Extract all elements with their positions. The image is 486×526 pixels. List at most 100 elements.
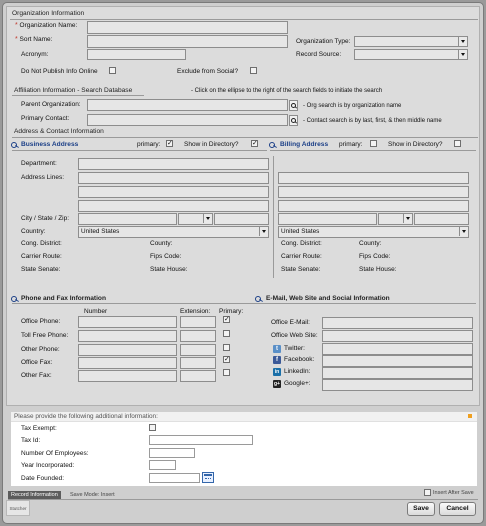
state-select[interactable] xyxy=(178,213,213,225)
org-type-select[interactable] xyxy=(354,36,468,47)
billing-primary-checkbox[interactable] xyxy=(370,140,377,147)
parent-org-search-button[interactable] xyxy=(289,100,298,111)
magnifier-icon[interactable] xyxy=(11,142,20,149)
billing-state-select[interactable] xyxy=(378,213,413,225)
billing-show-dir-label: Show in Directory? xyxy=(388,141,443,148)
tax-id-input[interactable] xyxy=(149,435,253,445)
phone-row-label: Toll Free Phone: xyxy=(21,332,69,339)
other-phone-input[interactable] xyxy=(78,344,177,356)
divider xyxy=(12,150,267,151)
linkedin-icon: in xyxy=(273,368,281,376)
business-show-dir-checkbox[interactable]: ✓ xyxy=(251,140,258,147)
org-name-input[interactable] xyxy=(87,21,288,34)
parent-org-hint: - Org search is by organization name xyxy=(303,103,402,109)
divider xyxy=(12,95,144,96)
org-section-title: Organization Information xyxy=(12,10,85,17)
toll-free-primary-checkbox[interactable] xyxy=(223,330,230,337)
linkedin-input[interactable] xyxy=(322,367,473,379)
facebook-input[interactable] xyxy=(322,355,473,367)
billing-country-select[interactable]: United States xyxy=(278,226,469,238)
magnifier-icon[interactable] xyxy=(269,142,278,149)
record-source-select[interactable] xyxy=(354,49,468,60)
phone-col-extension: Extension: xyxy=(180,308,211,315)
other-fax-input[interactable] xyxy=(78,370,177,382)
exclude-social-checkbox[interactable] xyxy=(250,67,257,74)
magnifier-icon[interactable] xyxy=(255,296,264,303)
insert-after-save-checkbox[interactable] xyxy=(424,489,431,496)
zip-input[interactable] xyxy=(214,213,269,225)
phone-section-title: Phone and Fax Information xyxy=(21,295,106,302)
billing-zip-input[interactable] xyxy=(414,213,469,225)
year-incorporated-input[interactable] xyxy=(149,460,176,470)
do-not-publish-checkbox[interactable] xyxy=(109,67,116,74)
office-phone-ext-input[interactable] xyxy=(180,316,216,328)
employees-input[interactable] xyxy=(149,448,195,458)
office-website-input[interactable] xyxy=(322,330,473,342)
billing-show-dir-checkbox[interactable] xyxy=(454,140,461,147)
primary-contact-search-button[interactable] xyxy=(289,115,298,126)
toll-free-input[interactable] xyxy=(78,330,177,342)
billing-line-3-input[interactable] xyxy=(278,200,469,212)
date-founded-label: Date Founded: xyxy=(21,475,65,482)
address-line-2-input[interactable] xyxy=(78,186,269,198)
office-phone-primary-checkbox[interactable]: ✓ xyxy=(223,316,230,323)
business-primary-label: primary: xyxy=(137,141,161,148)
google-plus-label: Google+: xyxy=(284,380,311,387)
calendar-icon[interactable] xyxy=(202,472,214,483)
facebook-label: Facebook: xyxy=(284,356,315,363)
office-fax-ext-input[interactable] xyxy=(180,357,216,369)
save-mode-label: Save Mode: Insert xyxy=(70,492,115,498)
office-email-input[interactable] xyxy=(322,317,473,329)
phone-row-label: Office Phone: xyxy=(21,318,61,325)
record-information-tab[interactable]: Record Information xyxy=(8,491,61,499)
sort-name-label: * Sort Name: xyxy=(15,36,52,44)
office-phone-input[interactable] xyxy=(78,316,177,328)
address-line-1-input[interactable] xyxy=(78,172,269,184)
tax-exempt-checkbox[interactable] xyxy=(149,424,156,431)
magnifier-icon[interactable] xyxy=(11,296,20,303)
other-phone-primary-checkbox[interactable] xyxy=(223,344,230,351)
department-input[interactable] xyxy=(78,158,269,170)
billing-city-input[interactable] xyxy=(278,213,377,225)
sort-name-input[interactable] xyxy=(87,35,288,48)
country-label: Country: xyxy=(21,228,46,235)
business-primary-checkbox[interactable]: ✓ xyxy=(166,140,173,147)
save-button[interactable]: Save xyxy=(407,502,435,516)
parent-org-input[interactable] xyxy=(87,99,288,111)
additional-info-title: Please provide the following additional … xyxy=(11,412,477,422)
phone-row-label: Office Fax: xyxy=(21,359,53,366)
divider xyxy=(12,303,264,304)
twitter-input[interactable] xyxy=(322,343,473,355)
google-plus-input[interactable] xyxy=(322,379,473,391)
chevron-down-icon xyxy=(459,227,468,236)
sticky-note[interactable]: Stutcher xyxy=(6,500,30,516)
divider xyxy=(10,19,478,20)
acronym-input[interactable] xyxy=(87,49,186,60)
billing-line-2-input[interactable] xyxy=(278,186,469,198)
required-marker: * xyxy=(15,22,18,29)
other-fax-ext-input[interactable] xyxy=(180,370,216,382)
phone-row-label: Other Phone: xyxy=(21,346,60,353)
twitter-icon: t xyxy=(273,345,281,353)
phone-col-primary: Primary: xyxy=(219,308,244,315)
city-state-zip-label: City / State / Zip: xyxy=(21,215,70,222)
address-line-3-input[interactable] xyxy=(78,200,269,212)
cong-district-label: Cong. District: xyxy=(21,240,62,247)
date-founded-input[interactable] xyxy=(149,473,200,483)
carrier-route-label: Carrier Route: xyxy=(21,253,62,260)
divider xyxy=(270,150,476,151)
business-show-dir-label: Show in Directory? xyxy=(184,141,239,148)
phone-row-label: Other Fax: xyxy=(21,372,52,379)
cancel-button[interactable]: Cancel xyxy=(439,502,476,516)
billing-line-1-input[interactable] xyxy=(278,172,469,184)
other-fax-primary-checkbox[interactable] xyxy=(223,369,230,376)
other-phone-ext-input[interactable] xyxy=(180,344,216,356)
primary-contact-input[interactable] xyxy=(87,114,288,126)
country-select[interactable]: United States xyxy=(78,226,269,238)
office-website-label: Office Web Site: xyxy=(271,332,318,339)
office-fax-input[interactable] xyxy=(78,357,177,369)
office-fax-primary-checkbox[interactable]: ✓ xyxy=(223,356,230,363)
toll-free-ext-input[interactable] xyxy=(180,330,216,342)
city-input[interactable] xyxy=(78,213,177,225)
insert-after-save-label: Insert After Save xyxy=(433,490,474,496)
